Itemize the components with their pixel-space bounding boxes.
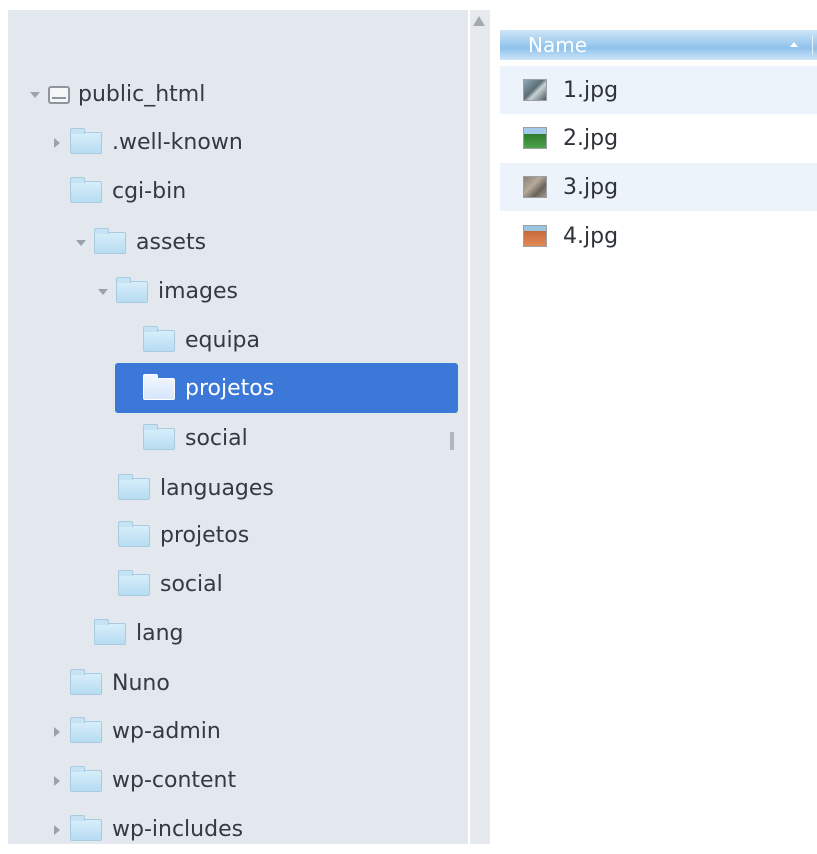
expand-arrow-down-icon[interactable] (74, 236, 88, 250)
file-row[interactable]: 4.jpg (500, 212, 817, 260)
tree-item-wp-admin[interactable]: wp-admin (50, 707, 221, 756)
folder-icon (143, 325, 175, 352)
tree-scrollbar[interactable] (470, 10, 490, 844)
folder-icon (94, 227, 126, 254)
tree-item-label: equipa (185, 328, 261, 353)
expand-arrow-down-icon[interactable] (96, 285, 110, 299)
drive-icon (48, 85, 70, 104)
tree-item-label: images (158, 279, 238, 304)
tree-item-nuno[interactable]: Nuno (70, 659, 170, 708)
folder-icon (70, 176, 102, 203)
folder-icon (94, 618, 126, 645)
scroll-up-arrow-icon[interactable] (473, 16, 485, 26)
expand-arrow-right-icon[interactable] (50, 136, 64, 150)
folder-open-icon (143, 373, 175, 400)
expand-arrow-right-icon[interactable] (50, 774, 64, 788)
tree-item-label: projetos (160, 523, 250, 548)
folder-icon (118, 473, 150, 500)
tree-item-label: cgi-bin (112, 179, 187, 204)
folder-icon (70, 765, 102, 792)
column-divider[interactable] (812, 35, 813, 55)
tree-item-public-html[interactable]: public_html (28, 70, 205, 119)
sort-ascending-icon[interactable] (790, 42, 798, 47)
tree-item-label: Nuno (112, 671, 170, 696)
tree-item-well-known[interactable]: .well-known (50, 118, 243, 167)
folder-icon (116, 276, 148, 303)
tree-item-label: assets (136, 230, 207, 255)
tree-item-languages[interactable]: languages (118, 464, 274, 513)
tree-item-projetos-selected[interactable]: projetos (143, 364, 274, 413)
tree-item-lang[interactable]: lang (94, 609, 184, 658)
tree-item-label: wp-includes (112, 817, 244, 842)
image-thumbnail-icon (523, 127, 547, 149)
tree-item-label: .well-known (112, 130, 243, 155)
tree-item-assets[interactable]: assets (74, 218, 206, 267)
file-name: 3.jpg (563, 174, 619, 200)
expand-arrow-down-icon[interactable] (28, 88, 42, 102)
tree-item-equipa[interactable]: equipa (143, 316, 260, 365)
image-thumbnail-icon (523, 225, 547, 247)
image-thumbnail-icon (523, 176, 547, 198)
tree-item-label: wp-content (112, 768, 237, 793)
expand-arrow-right-icon[interactable] (50, 823, 64, 837)
expand-arrow-right-icon[interactable] (50, 725, 64, 739)
tree-item-images[interactable]: images (96, 267, 238, 316)
tree-item-label: public_html (78, 82, 206, 107)
tree-item-cgi-bin[interactable]: cgi-bin (70, 167, 186, 216)
file-name: 4.jpg (563, 223, 619, 249)
tree-item-social[interactable]: social (143, 414, 248, 463)
tree-item-wp-content[interactable]: wp-content (50, 756, 236, 805)
resize-grip-icon[interactable] (450, 432, 454, 450)
file-name: 2.jpg (563, 125, 619, 151)
tree-item-wp-includes[interactable]: wp-includes (50, 805, 243, 854)
file-list-header: Name (500, 30, 817, 60)
folder-icon (143, 423, 175, 450)
folder-icon (118, 569, 150, 596)
name-column-header[interactable]: Name (528, 33, 587, 57)
tree-item-label: projetos (185, 376, 275, 401)
folder-icon (118, 520, 150, 547)
tree-item-label: social (185, 426, 248, 451)
tree-item-label: languages (160, 476, 274, 501)
folder-icon (70, 668, 102, 695)
file-name: 1.jpg (563, 77, 619, 103)
tree-item-label: wp-admin (112, 719, 221, 744)
tree-item-social[interactable]: social (118, 560, 223, 609)
tree-item-projetos[interactable]: projetos (118, 511, 249, 560)
file-row[interactable]: 1.jpg (500, 66, 817, 114)
image-thumbnail-icon (523, 79, 547, 101)
file-row[interactable]: 2.jpg (500, 114, 817, 162)
tree-item-label: lang (136, 621, 184, 646)
folder-icon (70, 716, 102, 743)
tree-item-label: social (160, 572, 223, 597)
file-row[interactable]: 3.jpg (500, 163, 817, 211)
folder-icon (70, 127, 102, 154)
folder-icon (70, 814, 102, 841)
